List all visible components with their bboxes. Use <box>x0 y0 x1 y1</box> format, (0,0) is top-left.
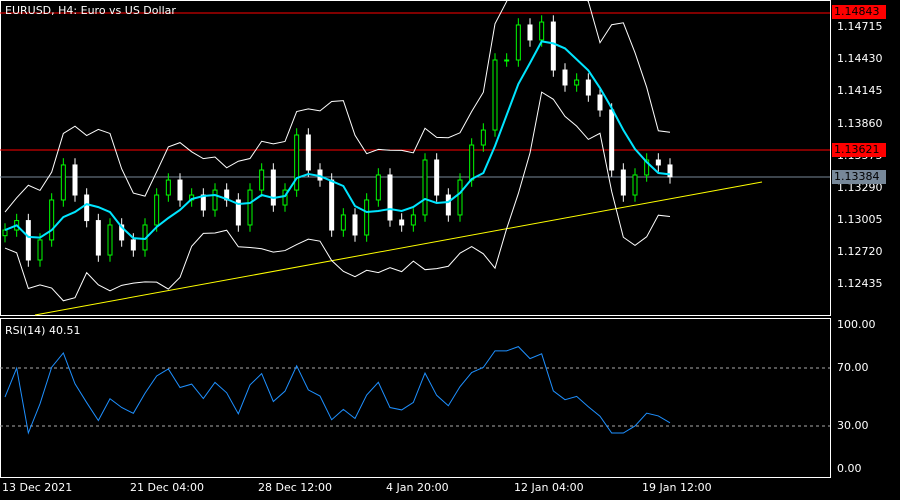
ma-line <box>4 40 671 241</box>
candle-body <box>95 220 101 256</box>
candle-body <box>177 179 183 201</box>
rsi-series <box>4 346 671 435</box>
time-tick: 28 Dec 12:00 <box>258 481 332 494</box>
candle-body <box>480 129 486 146</box>
time-tick: 12 Jan 04:00 <box>514 481 584 494</box>
rsi-label: RSI(14) 40.51 <box>5 324 81 337</box>
candle-body <box>165 179 171 196</box>
candle-body <box>597 94 603 111</box>
price-tick: 1.14430 <box>837 52 883 65</box>
candle-body <box>422 159 428 216</box>
candle-body <box>247 189 253 226</box>
chart-canvas <box>0 0 831 478</box>
candle-body <box>655 159 661 166</box>
candle-body <box>539 21 545 41</box>
candle-body <box>434 159 440 196</box>
candle-body <box>410 214 416 226</box>
candle-body <box>562 69 568 86</box>
candle-body <box>130 239 136 251</box>
candle-body <box>37 239 43 261</box>
candle-body <box>574 79 580 86</box>
candle-body <box>305 134 311 171</box>
rsi-tick: 0.00 <box>837 462 862 475</box>
rsi-tick: 100.00 <box>837 318 876 331</box>
lower-band <box>4 91 671 302</box>
candle-body <box>340 214 346 231</box>
candle-body <box>49 199 55 241</box>
price-tick: 1.13860 <box>837 117 883 130</box>
chart-frame <box>0 0 831 478</box>
high-price-tag: 1.14843 <box>832 5 886 19</box>
price-tick: 1.14715 <box>837 20 883 33</box>
candle-body <box>504 59 510 62</box>
candle-body <box>107 224 113 256</box>
candle-body <box>387 174 393 221</box>
time-tick: 21 Dec 04:00 <box>130 481 204 494</box>
price-tick: 1.14145 <box>837 84 883 97</box>
candle-body <box>375 174 381 201</box>
rsi-tick: 30.00 <box>837 419 869 432</box>
candle-body <box>329 179 335 231</box>
upper-band <box>4 0 671 213</box>
rsi-line <box>4 346 671 435</box>
rsi-tick: 70.00 <box>837 361 869 374</box>
moving-average <box>4 40 671 241</box>
candle-body <box>25 220 31 261</box>
chart-title: EURUSD, H4: Euro vs US Dollar <box>5 4 176 17</box>
price-tick: 1.12720 <box>837 245 883 258</box>
candle-body <box>154 194 160 226</box>
level-price-tag: 1.13621 <box>832 143 886 157</box>
candle-body <box>469 144 475 181</box>
candle-body <box>352 214 358 236</box>
candle-body <box>270 169 276 206</box>
candle-body <box>492 59 498 131</box>
candle-body <box>72 164 78 196</box>
candle-body <box>60 164 66 201</box>
candle-body <box>585 79 591 96</box>
candle-body <box>84 194 90 222</box>
candle-body <box>212 189 218 211</box>
price-tick: 1.12435 <box>837 277 883 290</box>
bid-price-tag: 1.13384 <box>832 170 886 184</box>
candle-body <box>632 174 638 196</box>
candle-body <box>457 179 463 216</box>
candle-body <box>364 199 370 236</box>
candle-body <box>550 21 556 71</box>
candle-body <box>445 194 451 216</box>
candle-body <box>609 109 615 171</box>
time-tick: 13 Dec 2021 <box>2 481 73 494</box>
candle-body <box>399 219 405 226</box>
candle-body <box>620 169 626 196</box>
price-tick: 1.13005 <box>837 213 883 226</box>
candles <box>2 15 673 267</box>
candle-body <box>527 24 533 41</box>
time-tick: 19 Jan 12:00 <box>642 481 712 494</box>
candle-body <box>2 229 8 237</box>
time-tick: 4 Jan 20:00 <box>386 481 449 494</box>
candle-body <box>515 24 521 61</box>
candle-body <box>259 169 265 191</box>
